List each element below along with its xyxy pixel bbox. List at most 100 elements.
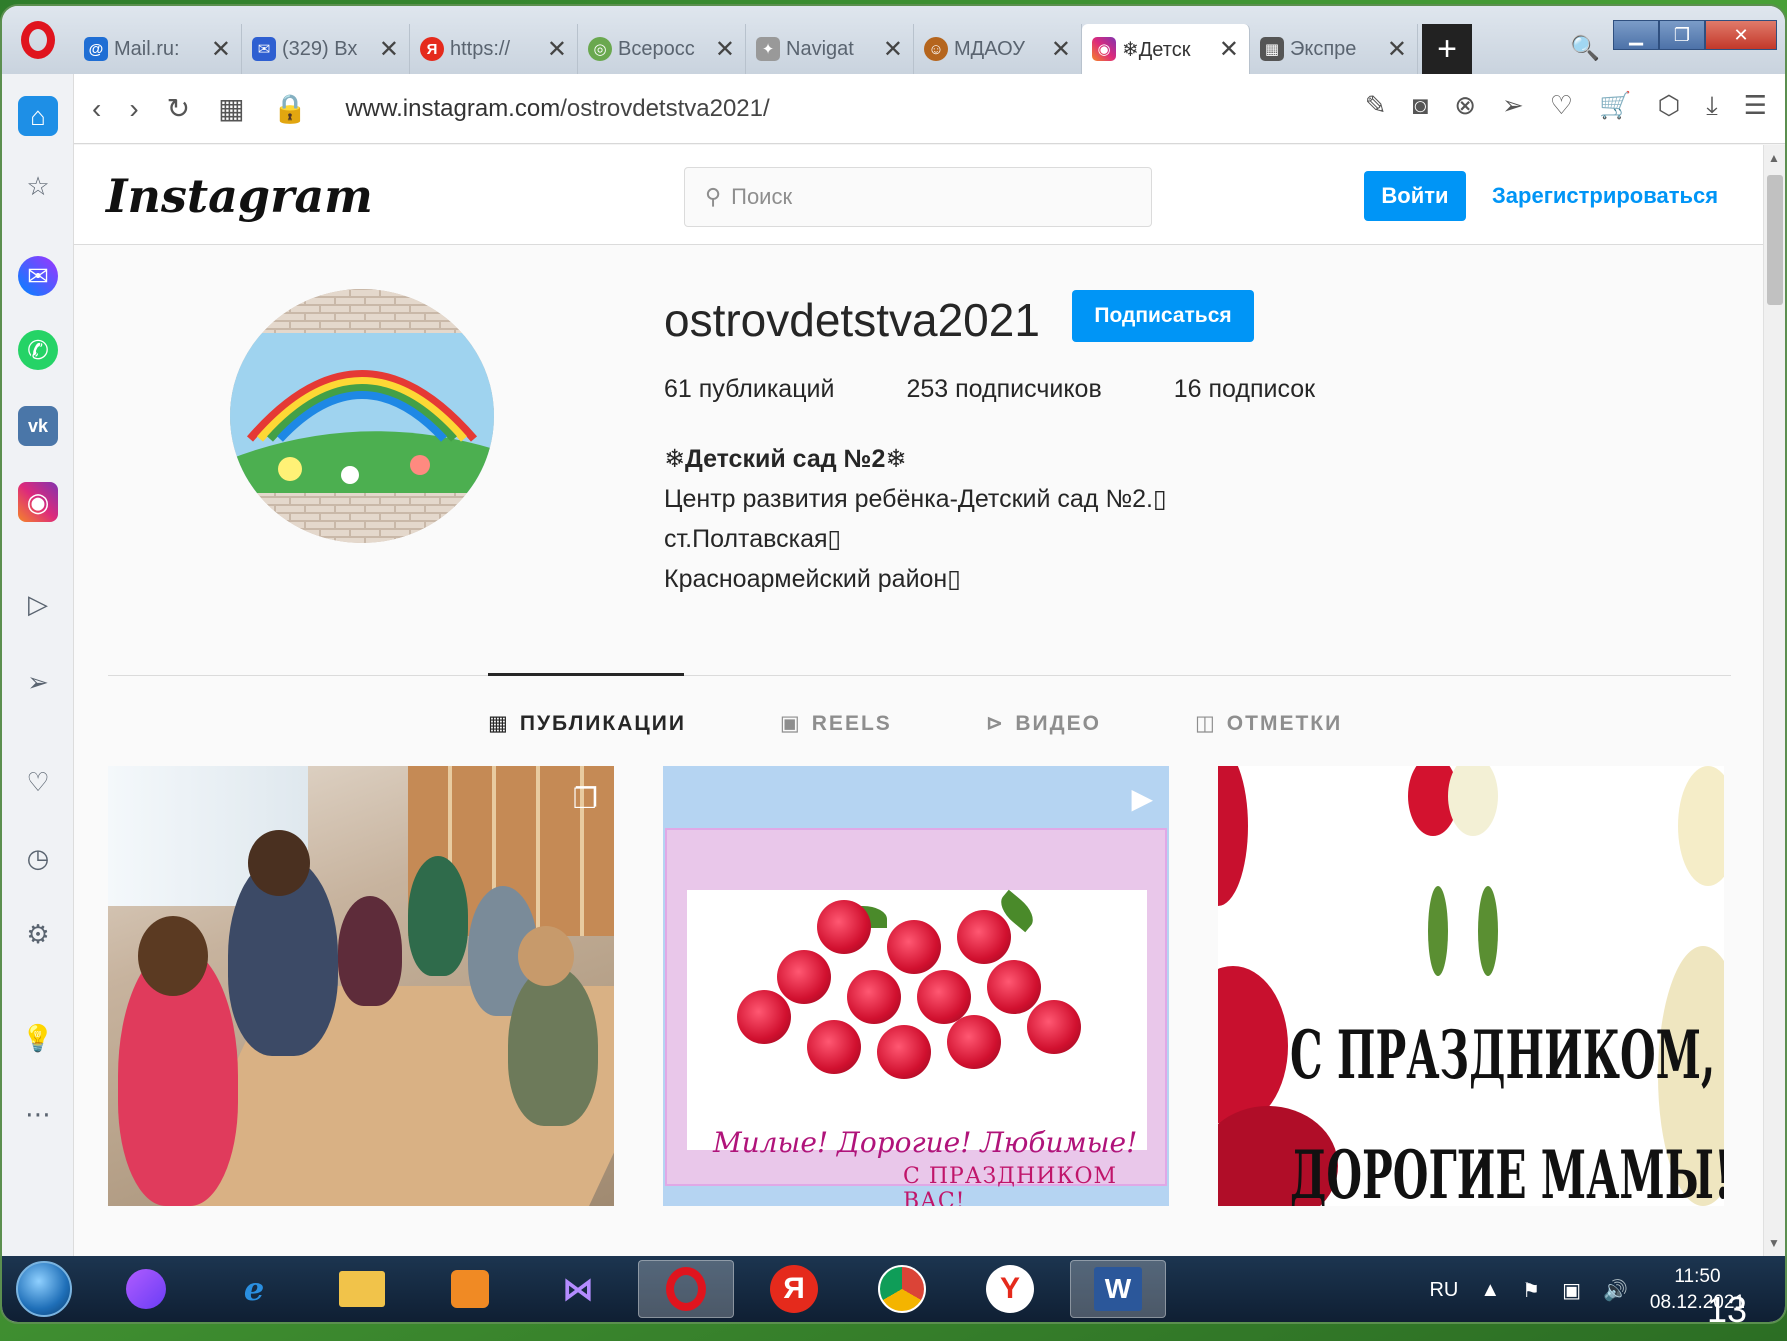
close-icon[interactable]: ✕ — [547, 35, 567, 64]
tab-yandex[interactable]: Я https:// ✕ — [410, 24, 578, 74]
close-icon[interactable]: ✕ — [715, 35, 735, 64]
tab-instagram[interactable]: ◉ ❄Детск ✕ — [1082, 24, 1250, 74]
tab-label: ПУБЛИКАЦИИ — [519, 712, 686, 735]
edit-icon[interactable]: ✎ — [1365, 90, 1387, 122]
close-icon[interactable]: ✕ — [883, 35, 903, 64]
forward-icon[interactable]: › — [129, 93, 138, 125]
reload-icon[interactable]: ↻ — [167, 92, 190, 125]
folder-icon — [339, 1271, 385, 1307]
post-thumbnail[interactable]: ❐ — [108, 766, 614, 1206]
scroll-down-icon[interactable]: ▼ — [1768, 1236, 1780, 1250]
taskbar-yandex-browser[interactable]: Y — [962, 1260, 1058, 1318]
extensions-cube-icon[interactable]: ⬡ — [1657, 90, 1680, 122]
close-icon[interactable]: ✕ — [211, 35, 231, 64]
post-thumbnail[interactable]: С ПРАЗДНИКОМ, ДОРОГИЕ МАМЫ! — [1218, 766, 1724, 1206]
tab-vseross[interactable]: ◎ Всеросс ✕ — [578, 24, 746, 74]
instagram-logo[interactable]: Instagram — [106, 169, 373, 223]
tab-mail-inbox[interactable]: ✉ (329) Вх ✕ — [242, 24, 410, 74]
tab-posts[interactable]: ▦ ПУБЛИКАЦИИ — [488, 711, 686, 736]
close-icon[interactable]: ✕ — [379, 35, 399, 64]
maximize-button[interactable]: ❐ — [1659, 20, 1705, 50]
instagram-header: Instagram ⚲ Поиск Войти Зарегистрировать… — [74, 145, 1763, 245]
show-hidden-icons-icon[interactable]: ▲ — [1480, 1279, 1500, 1302]
more-icon[interactable]: ⋯ — [18, 1094, 58, 1134]
taskbar-word[interactable]: W — [1070, 1260, 1166, 1318]
rose — [807, 1020, 861, 1074]
opera-menu-button[interactable] — [2, 6, 74, 74]
minimize-button[interactable]: ▁ — [1613, 20, 1659, 50]
settings-gear-icon[interactable]: ⚙ — [18, 914, 58, 954]
url-field[interactable]: www.instagram.com/ostrovdetstva2021/ — [345, 95, 769, 123]
tab-reels[interactable]: ▣ REELS — [780, 711, 892, 736]
login-button[interactable]: Войти — [1364, 171, 1466, 221]
tab-mdaou[interactable]: ☺ МДАОУ ✕ — [914, 24, 1082, 74]
post-thumbnail[interactable]: Милые! Дорогие! Любимые! С ПРАЗДНИКОМ ВА… — [663, 766, 1169, 1206]
easy-setup-icon[interactable]: ☰ — [1744, 90, 1767, 122]
lightbulb-icon[interactable]: 💡 — [18, 1018, 58, 1058]
close-icon[interactable]: ✕ — [1219, 35, 1239, 64]
window-close-button[interactable]: ✕ — [1705, 20, 1777, 50]
history-clock-icon[interactable]: ◷ — [18, 838, 58, 878]
follow-button[interactable]: Подписаться — [1072, 290, 1254, 342]
home-icon[interactable]: ⌂ — [18, 96, 58, 136]
tab-express[interactable]: ▦ Экспре ✕ — [1250, 24, 1418, 74]
player-icon[interactable]: ▷ — [18, 584, 58, 624]
new-tab-button[interactable]: + — [1422, 24, 1472, 74]
search-input[interactable]: ⚲ Поиск — [684, 167, 1152, 227]
taskbar-explorer[interactable] — [314, 1260, 410, 1318]
send-icon[interactable]: ➢ — [18, 662, 58, 702]
child-head — [138, 916, 208, 996]
url-path: /ostrovdetstva2021/ — [560, 94, 770, 122]
tab-navigator[interactable]: ✦ Navigat ✕ — [746, 24, 914, 74]
register-link[interactable]: Зарегистрироваться — [1492, 183, 1718, 209]
tab-tagged[interactable]: ◫ ОТМЕТКИ — [1195, 711, 1342, 736]
favorite-heart-icon[interactable]: ♡ — [1550, 90, 1573, 122]
rose — [887, 920, 941, 974]
taskbar-visual-studio[interactable]: ⋈ — [530, 1260, 626, 1318]
bookmark-star-icon[interactable]: ☆ — [18, 166, 58, 206]
flow-send-icon[interactable]: ➢ — [1502, 90, 1524, 122]
play-circle-icon: ⊳ — [985, 712, 1006, 735]
navigator-icon: ✦ — [756, 37, 780, 61]
messenger-icon[interactable]: ✉ — [18, 256, 58, 296]
scrollbar-thumb[interactable] — [1767, 175, 1783, 305]
camera-icon[interactable]: ◙ — [1412, 90, 1428, 122]
taskbar-ie[interactable]: e — [206, 1260, 302, 1318]
tab-title: Navigat — [786, 37, 854, 60]
vk-icon[interactable]: vk — [18, 406, 58, 446]
profile-username: ostrovdetstva2021 — [664, 294, 1040, 346]
taskbar-media[interactable] — [422, 1260, 518, 1318]
language-indicator[interactable]: RU — [1429, 1279, 1458, 1302]
vertical-scrollbar[interactable]: ▲ ▼ — [1763, 145, 1785, 1256]
speed-dial-icon[interactable]: ▦ — [218, 92, 244, 125]
volume-icon[interactable]: 🔊 — [1603, 1278, 1628, 1303]
tab-label: ВИДЕО — [1015, 712, 1101, 735]
start-button[interactable] — [2, 1258, 86, 1320]
instagram-sidebar-icon[interactable]: ◉ — [18, 482, 58, 522]
back-icon[interactable]: ‹ — [92, 93, 101, 125]
action-center-flag-icon[interactable]: ⚑ — [1522, 1278, 1540, 1303]
close-icon[interactable]: ✕ — [1387, 35, 1407, 64]
followers-count[interactable]: 253 подписчиков — [906, 375, 1101, 404]
address-bar: ‹ › ↻ ▦ 🔒 www.instagram.com/ostrovdetstv… — [74, 74, 1785, 144]
cart-icon[interactable]: 🛒 — [1599, 90, 1631, 122]
taskbar-chrome[interactable] — [854, 1260, 950, 1318]
close-icon[interactable]: ✕ — [1051, 35, 1071, 64]
taskbar-opera[interactable] — [638, 1260, 734, 1318]
heart-icon[interactable]: ♡ — [18, 762, 58, 802]
following-count[interactable]: 16 подписок — [1174, 375, 1315, 404]
profile-avatar[interactable] — [230, 289, 494, 543]
adblock-icon[interactable]: ⊗ — [1454, 90, 1476, 122]
scroll-up-icon[interactable]: ▲ — [1768, 151, 1780, 165]
tab-mailru[interactable]: @ Mail.ru: ✕ — [74, 24, 242, 74]
whatsapp-icon[interactable]: ✆ — [18, 330, 58, 370]
download-icon[interactable]: ⤓ — [1706, 90, 1718, 122]
network-icon[interactable]: ▣ — [1562, 1278, 1581, 1303]
bio-line: Красноармейский район▯ — [664, 565, 961, 593]
tab-video[interactable]: ⊳ ВИДЕО — [986, 711, 1101, 736]
rose — [1027, 1000, 1081, 1054]
taskbar-yandex[interactable]: Я — [746, 1260, 842, 1318]
taskbar-alice[interactable] — [98, 1260, 194, 1318]
tab-search-icon[interactable]: 🔍 — [1565, 28, 1605, 68]
windows-taskbar: e ⋈ Я Y W RU ▲ ⚑ ▣ 🔊 11:50 08.12.2021 — [2, 1256, 1785, 1322]
